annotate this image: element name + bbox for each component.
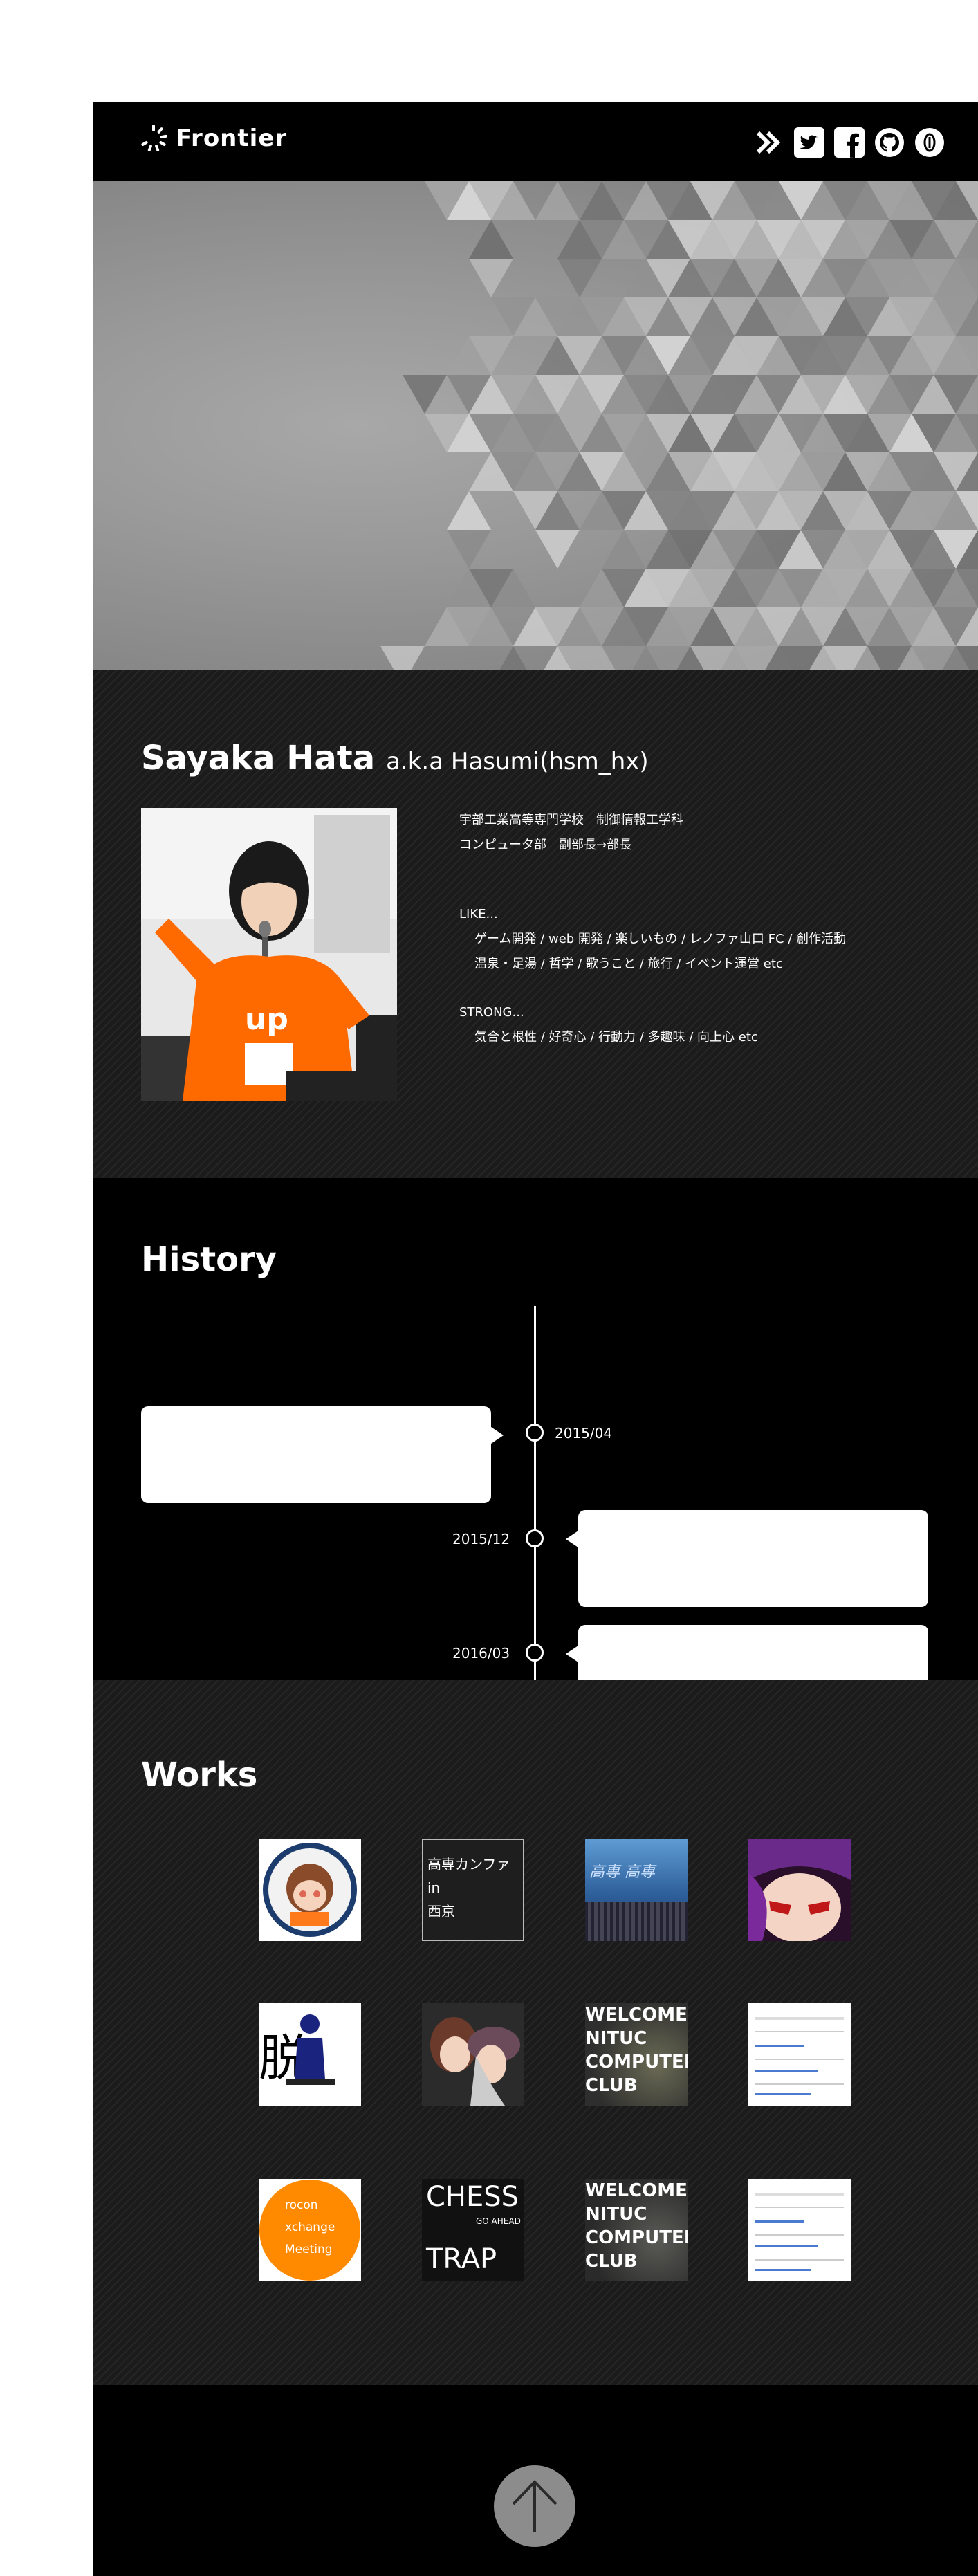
- work-label-2b: in: [427, 1879, 441, 1896]
- work-thumb-9[interactable]: rocon xchange Meeting: [259, 2179, 361, 2281]
- site-header: Frontier: [93, 102, 978, 181]
- facebook-icon[interactable]: [834, 127, 865, 158]
- site-footer: [93, 2385, 978, 2576]
- arrow-up-icon: [512, 2480, 557, 2532]
- hero-triangle: [602, 530, 646, 569]
- work-thumb-1[interactable]: [259, 1839, 361, 1941]
- chevron-double-right-icon[interactable]: [754, 127, 784, 158]
- hero-triangle-pattern: [380, 181, 978, 670]
- work-label-7d: CLUB: [585, 2075, 638, 2096]
- twitter-icon[interactable]: [794, 127, 824, 158]
- logo-spinner-icon: [141, 125, 167, 151]
- history-date-1: 2015/04: [555, 1425, 613, 1442]
- bio-strong-heading: STRONG...: [459, 1005, 524, 1020]
- hero-triangle: [380, 646, 425, 670]
- svg-text:up: up: [245, 1002, 288, 1037]
- profile-section: Sayaka Hata a.k.a Hasumi(hsm_hx) up 宇部工業…: [93, 670, 978, 1178]
- bio-like-line1: ゲーム開発 / web 開発 / 楽しいもの / レノファ山口 FC / 創作活…: [474, 932, 847, 946]
- work-label-2a: 高専カンファ: [427, 1856, 510, 1873]
- history-bubble-1[interactable]: [141, 1406, 504, 1503]
- bio-school: 宇部工業高等専門学校 制御情報工学科: [459, 813, 683, 827]
- bio-club: コンピュータ部 副部長→部長: [459, 838, 632, 852]
- site-logo[interactable]: Frontier: [138, 123, 287, 154]
- hero-triangle: [469, 220, 513, 259]
- work-thumb-5[interactable]: 脱 力: [259, 2003, 361, 2106]
- bio-like-line2: 温泉・足湯 / 哲学 / 歌うこと / 旅行 / イベント運営 etc: [474, 957, 783, 971]
- hero-triangle: [580, 181, 624, 220]
- work-label-10a: CHESS: [426, 2181, 519, 2213]
- work-thumb-7[interactable]: WELCOME NITUC COMPUTER CLUB: [585, 2003, 688, 2106]
- work-label-11b: NITUC: [585, 2204, 647, 2225]
- history-title: History: [141, 1240, 277, 1279]
- work-label-7a: WELCOME: [585, 2005, 688, 2025]
- hero-triangle: [447, 530, 491, 569]
- work-thumb-4[interactable]: [748, 1839, 851, 1941]
- work-thumb-3[interactable]: 高専 高専: [585, 1839, 688, 1941]
- history-section: History 2015/04 2015/12 2016/03: [93, 1178, 978, 1722]
- back-to-top-button[interactable]: [494, 2465, 575, 2547]
- work-label-9a: rocon: [285, 2198, 318, 2212]
- page: Frontier Sayaka Hata a.k.a Hasumi(hsm_hx…: [93, 102, 978, 2576]
- hero-triangle: [469, 259, 513, 297]
- profile-name-text: Sayaka Hata: [141, 739, 376, 778]
- work-label-3: 高専 高専: [589, 1864, 655, 1881]
- hero-triangle: [535, 530, 580, 569]
- hero-triangle: [499, 646, 527, 670]
- github-icon[interactable]: [874, 127, 905, 158]
- history-bubble-2[interactable]: [566, 1510, 928, 1607]
- work-label-7b: NITUC: [585, 2028, 647, 2049]
- work-thumb-2[interactable]: 高専カンファ in 西京: [422, 1839, 524, 1941]
- bio-like-heading: LIKE...: [459, 907, 498, 921]
- profile-bio: 宇部工業高等専門学校 制御情報工学科 コンピュータ部 副部長→部長 LIKE..…: [459, 808, 943, 1050]
- work-label-9b: xchange: [285, 2220, 335, 2234]
- timeline-line: [534, 1306, 536, 1693]
- profile-alias: a.k.a Hasumi(hsm_hx): [386, 748, 649, 775]
- work-thumb-11[interactable]: WELCOME NITUC COMPUTER CLUB: [585, 2179, 688, 2281]
- bio-strong-line1: 気合と根性 / 好奇心 / 行動力 / 多趣味 / 向上心 etc: [474, 1030, 758, 1045]
- work-label-10b: GO AHEAD: [476, 2216, 521, 2226]
- hero-triangle: [447, 491, 491, 530]
- work-thumb-6[interactable]: [422, 2003, 524, 2106]
- work-label-11c: COMPUTER: [585, 2227, 688, 2248]
- work-label-11d: CLUB: [585, 2251, 638, 2272]
- work-thumb-10[interactable]: CHESS GO AHEAD TRAP: [422, 2179, 524, 2281]
- timeline-dot-3: [526, 1644, 544, 1662]
- work-label-7c: COMPUTER: [585, 2052, 688, 2072]
- hero-banner: [93, 181, 978, 670]
- work-label-10c: TRAP: [426, 2243, 497, 2275]
- hero-triangle: [403, 375, 447, 414]
- work-label-2c: 西京: [427, 1903, 455, 1920]
- history-date-2: 2015/12: [452, 1531, 510, 1547]
- profile-name: Sayaka Hata a.k.a Hasumi(hsm_hx): [141, 739, 649, 778]
- history-date-3: 2016/03: [452, 1645, 510, 1662]
- profile-photo: up: [141, 808, 397, 1101]
- social-links: [754, 127, 945, 158]
- hero-triangle: [557, 259, 602, 297]
- timeline-dot-2: [526, 1529, 544, 1547]
- work-thumb-8[interactable]: [748, 2003, 851, 2106]
- works-section: Works 高専カンファ in 西京 高専 高専 脱 力 WELCOME: [93, 1680, 978, 2385]
- hero-triangle: [535, 181, 580, 220]
- logo-text: Frontier: [176, 125, 288, 152]
- work-label-9c: Meeting: [285, 2243, 333, 2256]
- info-icon[interactable]: [914, 127, 945, 158]
- works-title: Works: [141, 1756, 258, 1794]
- work-thumb-12[interactable]: [748, 2179, 851, 2281]
- timeline-dot-1: [526, 1424, 544, 1442]
- work-label-11a: WELCOME: [585, 2180, 688, 2201]
